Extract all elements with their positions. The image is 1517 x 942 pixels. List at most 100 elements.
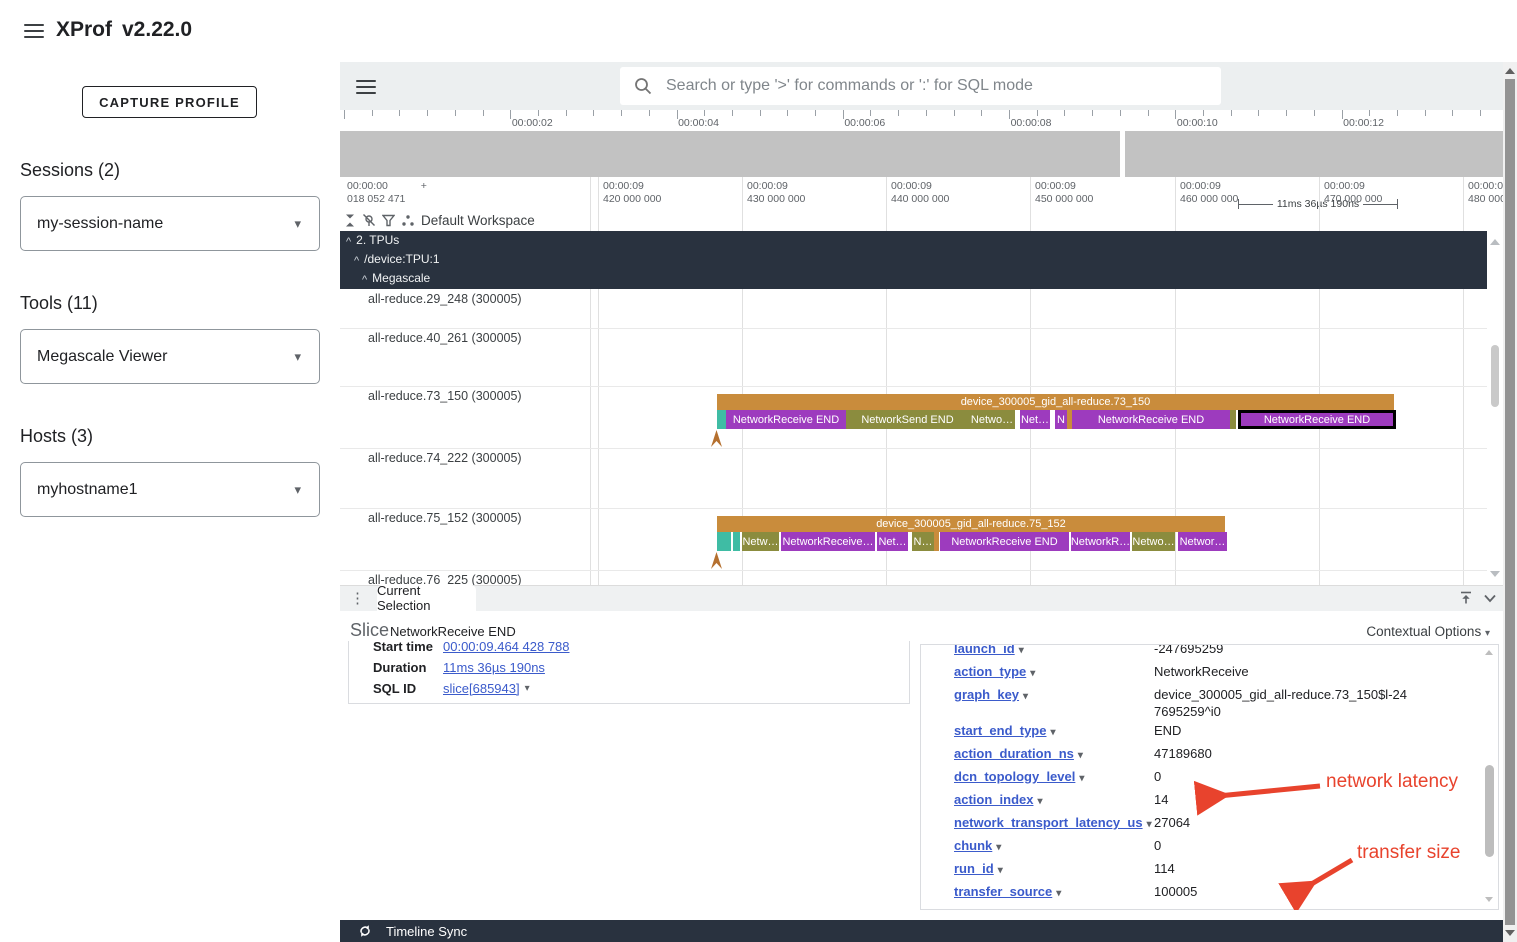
track-group-megascale[interactable]: ^Megascale xyxy=(340,269,1487,288)
trace-slice[interactable]: Networ… xyxy=(1178,532,1227,551)
filter-icon[interactable] xyxy=(382,214,395,227)
scrollbar-thumb[interactable] xyxy=(1491,345,1499,407)
arg-key-network_transport_latency_us[interactable]: network_transport_latency_us▾ xyxy=(954,812,1154,835)
tab-current-selection[interactable]: Current Selection xyxy=(377,585,476,611)
slice-group-bar[interactable]: device_300005_gid_all-reduce.75_152 xyxy=(717,516,1225,532)
trace-slice[interactable]: N xyxy=(1055,410,1067,429)
sidebar-toggle-icon[interactable] xyxy=(356,80,376,94)
arg-key-action_type[interactable]: action_type▾ xyxy=(954,661,1154,684)
workspace-icon[interactable] xyxy=(401,214,415,227)
trace-slice[interactable]: NetworkReceive END xyxy=(1238,410,1396,429)
trace-slice[interactable] xyxy=(934,532,939,551)
ruler-gridline xyxy=(742,177,743,231)
collapse-panel-icon[interactable] xyxy=(1483,593,1497,604)
track-row[interactable]: all-reduce.73_150 (300005)device_300005_… xyxy=(340,386,1487,449)
scroll-up-icon[interactable] xyxy=(1485,650,1493,655)
arg-key-run_id[interactable]: run_id▾ xyxy=(954,858,1154,881)
contextual-options-button[interactable]: Contextual Options ▾ xyxy=(1360,624,1490,639)
tool-select[interactable]: Megascale Viewer ▾ xyxy=(20,329,320,384)
detail-value-link[interactable]: 00:00:09.464 428 788 xyxy=(443,641,570,654)
track-row[interactable]: all-reduce.29_248 (300005) xyxy=(340,289,1487,329)
collapse-caret-icon[interactable]: ^ xyxy=(346,233,351,252)
track-row[interactable]: all-reduce.40_261 (300005) xyxy=(340,328,1487,387)
slice-group-bar[interactable]: device_300005_gid_all-reduce.73_150 xyxy=(717,394,1394,410)
session-select[interactable]: my-session-name ▾ xyxy=(20,196,320,251)
ruler-tick xyxy=(926,110,927,116)
ruler-tick xyxy=(566,110,567,116)
ruler-tick xyxy=(760,110,761,116)
pin-off-icon[interactable] xyxy=(362,213,376,227)
capture-profile-button[interactable]: CAPTURE PROFILE xyxy=(82,86,257,118)
track-row[interactable]: all-reduce.74_222 (300005) xyxy=(340,448,1487,509)
sync-icon xyxy=(358,924,372,938)
dock-to-top-icon[interactable] xyxy=(1458,590,1474,606)
arg-key-start_end_type[interactable]: start_end_type▾ xyxy=(954,720,1154,743)
viewport-indicator[interactable] xyxy=(1120,131,1125,177)
scroll-down-icon[interactable] xyxy=(1505,930,1515,936)
trace-slice[interactable]: N… xyxy=(912,532,934,551)
trace-slice[interactable] xyxy=(1230,410,1236,429)
arg-key-launch_id[interactable]: launch_id▾ xyxy=(954,644,1154,661)
trace-slice[interactable]: NetworkReceive END xyxy=(726,410,846,429)
timeline-sync-bar[interactable]: Timeline Sync xyxy=(340,920,1503,942)
arg-key-chunk[interactable]: chunk▾ xyxy=(954,835,1154,858)
trace-slice[interactable]: NetworkReceive… xyxy=(781,532,875,551)
ruler-tick xyxy=(483,110,484,116)
arg-value: NetworkReceive xyxy=(1154,661,1412,680)
arg-key-action_duration_ns[interactable]: action_duration_ns▾ xyxy=(954,743,1154,766)
scroll-up-icon[interactable] xyxy=(1505,68,1515,74)
timeline-overview[interactable] xyxy=(340,131,1503,177)
track-row[interactable]: all-reduce.76_225 (300005) xyxy=(340,570,1487,585)
ruler-timestamp: 00:00:09450 000 000 xyxy=(1035,180,1093,206)
page-scrollbar[interactable] xyxy=(1503,62,1517,942)
search-input[interactable] xyxy=(664,76,1221,96)
trace-slice[interactable] xyxy=(717,532,731,551)
sidebar: CAPTURE PROFILE Sessions (2) my-session-… xyxy=(0,62,340,942)
ruler-tick xyxy=(1258,110,1259,116)
ruler-tick xyxy=(787,110,788,116)
trace-slice[interactable]: Netw… xyxy=(742,532,779,551)
collapse-icon[interactable] xyxy=(344,214,356,227)
trace-slice[interactable]: Netwo… xyxy=(1132,532,1175,551)
track-group-2-tpus[interactable]: ^2. TPUs xyxy=(340,231,1487,250)
arg-key-graph_key[interactable]: graph_key▾ xyxy=(954,684,1154,707)
trace-slice[interactable] xyxy=(717,410,726,429)
track-group--device-tpu-1[interactable]: ^/device:TPU:1 xyxy=(340,250,1487,269)
detail-key: SQL ID xyxy=(373,681,443,696)
ruler-gridline xyxy=(1319,177,1320,231)
trace-slice[interactable]: NetworkReceive END xyxy=(1072,410,1230,429)
detail-key: Duration xyxy=(373,660,443,675)
trace-slice[interactable]: NetworkR… xyxy=(1071,532,1130,551)
ruler-tick xyxy=(1092,110,1093,116)
ruler-timestamp: 00:00:09480 000 000 xyxy=(1468,180,1503,206)
slice-details-table: Start time00:00:09.464 428 788Duration11… xyxy=(348,641,910,704)
chevron-down-icon[interactable]: ▾ xyxy=(525,683,530,694)
track-row[interactable]: all-reduce.75_152 (300005)device_300005_… xyxy=(340,508,1487,571)
trace-slice[interactable]: Net… xyxy=(1020,410,1050,429)
workspace-label[interactable]: Default Workspace xyxy=(421,213,535,228)
scroll-down-icon[interactable] xyxy=(1490,571,1500,577)
collapse-caret-icon[interactable]: ^ xyxy=(362,271,367,290)
omnibox[interactable] xyxy=(620,67,1221,105)
detail-value-link[interactable]: slice[685943] xyxy=(443,681,520,696)
scroll-up-icon[interactable] xyxy=(1490,239,1500,245)
ruler-origin: 00:00:00 + 018 052 471 xyxy=(347,180,427,206)
detail-value-link[interactable]: 11ms 36µs 190ns xyxy=(443,660,545,675)
trace-slice[interactable] xyxy=(733,532,740,551)
menu-icon[interactable] xyxy=(24,24,44,38)
trace-slice[interactable]: Net… xyxy=(877,532,908,551)
scrollbar-thumb[interactable] xyxy=(1505,79,1515,925)
panel-menu-icon[interactable]: ⋮ xyxy=(350,589,365,607)
collapse-caret-icon[interactable]: ^ xyxy=(354,252,359,271)
track-scrollbar[interactable] xyxy=(1487,231,1503,585)
trace-slice[interactable]: Netwo… xyxy=(969,410,1015,429)
selection-name: NetworkReceive END xyxy=(390,624,516,639)
ruler-gridline xyxy=(1030,177,1031,231)
trace-slice[interactable]: NetworkSend END xyxy=(846,410,969,429)
arg-key-transfer_source[interactable]: transfer_source▾ xyxy=(954,881,1154,904)
arg-key-buffer_sizes[interactable]: buffer_sizes▾ xyxy=(954,904,1154,910)
arg-key-dcn_topology_level[interactable]: dcn_topology_level▾ xyxy=(954,766,1154,789)
host-select[interactable]: myhostname1 ▾ xyxy=(20,462,320,517)
trace-slice[interactable]: NetworkReceive END xyxy=(940,532,1069,551)
arg-key-action_index[interactable]: action_index▾ xyxy=(954,789,1154,812)
